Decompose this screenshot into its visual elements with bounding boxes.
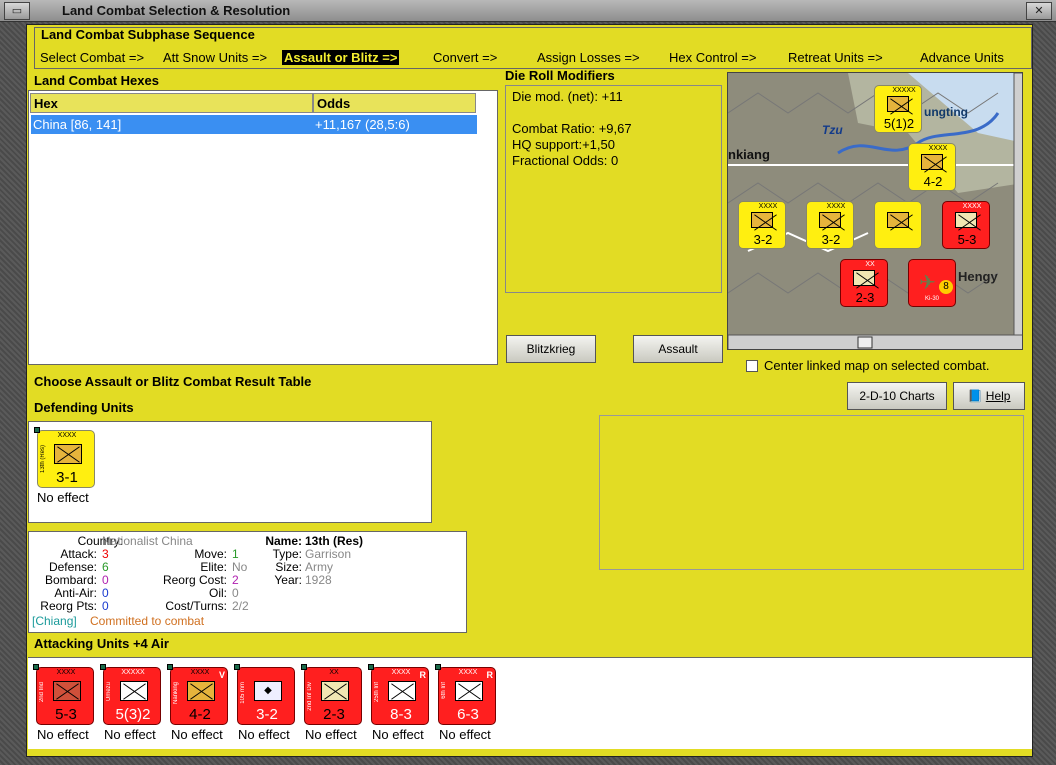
map-counter[interactable]: XXXX 3-2 [806, 201, 854, 249]
column-header-odds[interactable]: Odds [313, 93, 476, 113]
map-counter[interactable]: XXXXX 5(1)2 [874, 85, 922, 133]
map-label: Hengy [958, 269, 998, 284]
blitzkrieg-button[interactable]: Blitzkrieg [506, 335, 596, 363]
defending-units-panel: XXXX 13th (Res) 3-1 No effect [28, 421, 432, 523]
drm-panel: Die mod. (net): +11 Combat Ratio: +9,67 … [505, 85, 722, 293]
hq-label: [Chiang] [32, 614, 77, 628]
attacking-unit-counter[interactable]: XXXX V Nanking 4-2 [167, 664, 228, 725]
unit-symbol-icon [53, 681, 81, 701]
unit-symbol-icon [321, 681, 349, 701]
map-counter-air[interactable]: ✈ 8 Ki-30 [908, 259, 956, 307]
attacking-unit-counter[interactable]: XXXX R 25th Inf 8-3 [368, 664, 429, 725]
map-counter[interactable]: XXXX 3-2 [738, 201, 786, 249]
window-menu-icon[interactable]: ▭ [4, 2, 30, 20]
drm-line: HQ support:+1,50 [512, 137, 615, 152]
attacking-unit-result: No effect [171, 727, 223, 742]
status-pip [234, 664, 240, 670]
defending-unit-counter[interactable]: XXXX 13th (Res) 3-1 [34, 427, 95, 488]
sequence-title: Land Combat Subphase Sequence [41, 27, 255, 42]
attacking-unit-counter[interactable]: XXXX 2nd Ind 5-3 [33, 664, 94, 725]
unit-symbol-icon [887, 212, 909, 228]
charts-button[interactable]: 2-D-10 Charts [847, 382, 947, 410]
unit-symbol-icon [921, 154, 943, 170]
map-label: ungting [924, 105, 968, 119]
sequence-step-att-snow-units: Att Snow Units => [163, 50, 268, 65]
map-counter-selected[interactable] [874, 201, 922, 249]
map-counter[interactable]: XX 2-3 [840, 259, 888, 307]
sequence-step-assign-losses: Assign Losses => [537, 50, 640, 65]
attacking-unit-result: No effect [37, 727, 89, 742]
sequence-step-select-combat: Select Combat => [40, 50, 145, 65]
sequence-step-assault-or-blitz: Assault or Blitz => [282, 50, 400, 65]
combat-status: Committed to combat [90, 614, 205, 628]
odds-cell: +11,167 (28,5:6) [315, 117, 410, 132]
hex-cell: China [86, 141] [33, 117, 122, 132]
unit-symbol-icon [455, 681, 483, 701]
unit-symbol-icon [819, 212, 841, 228]
choose-crt-label: Choose Assault or Blitz Combat Result Ta… [34, 374, 312, 389]
center-map-label: Center linked map on selected combat. [764, 358, 990, 373]
attacking-unit-result: No effect [238, 727, 290, 742]
defending-unit-result: No effect [37, 490, 89, 505]
attacking-unit-counter[interactable]: XXXX R 6th Inf 6-3 [435, 664, 496, 725]
sequence-step-convert: Convert => [433, 50, 498, 65]
column-header-hex[interactable]: Hex [30, 93, 313, 113]
linked-map[interactable]: Tzu nkiang ungting Hengy XXXXX 5(1)2 XXX… [727, 72, 1023, 350]
unit-symbol-icon [751, 212, 773, 228]
unit-symbol-icon [853, 270, 875, 286]
table-row[interactable]: China [86, 141] +11,167 (28,5:6) [31, 115, 477, 134]
window-title: Land Combat Selection & Resolution [62, 3, 291, 18]
close-icon[interactable]: ✕ [1026, 2, 1052, 20]
attacking-title: Attacking Units +4 Air [34, 636, 169, 651]
unit-info-panel: Country: Nationalist China Attack: 3 Def… [28, 531, 467, 633]
unit-symbol-icon [120, 681, 148, 701]
sequence-step-retreat-units: Retreat Units => [788, 50, 883, 65]
title-bar: ▭ Land Combat Selection & Resolution ✕ [0, 0, 1056, 22]
attacking-unit-result: No effect [305, 727, 357, 742]
attacking-unit-result: No effect [104, 727, 156, 742]
sequence-step-advance-units: Advance Units [920, 50, 1004, 65]
attacking-units-panel: XXXX 2nd Ind 5-3 No effect XXXXX Umezu 5… [28, 657, 1032, 749]
map-label: nkiang [728, 147, 770, 162]
unit-symbol-icon [887, 96, 909, 112]
assault-button[interactable]: Assault [633, 335, 723, 363]
unit-symbol-icon [187, 681, 215, 701]
attacking-unit-result: No effect [439, 727, 491, 742]
unit-symbol-icon [54, 444, 82, 464]
artillery-icon: ◆ [254, 681, 282, 701]
drm-line [512, 105, 715, 121]
unit-symbol-icon [388, 681, 416, 701]
map-counter[interactable]: XXXX 5-3 [942, 201, 990, 249]
attacking-unit-counter[interactable]: 105 mm ◆ 3-2 [234, 664, 295, 725]
drm-line: Die mod. (net): +11 [512, 89, 623, 104]
sequence-step-hex-control: Hex Control => [669, 50, 757, 65]
attacking-unit-counter[interactable]: XXXXX Umezu 5(3)2 [100, 664, 161, 725]
drm-line: Fractional Odds: 0 [512, 153, 619, 168]
hexes-title: Land Combat Hexes [34, 73, 159, 88]
combat-result-panel [599, 415, 1024, 570]
map-counter[interactable]: XXXX 4-2 [908, 143, 956, 191]
help-button[interactable]: 📘 Help [953, 382, 1025, 410]
drm-title: Die Roll Modifiers [505, 68, 615, 83]
center-map-checkbox[interactable] [746, 360, 758, 372]
help-book-icon: 📘 [967, 389, 986, 403]
unit-symbol-icon [955, 212, 977, 228]
aircraft-icon: ✈ [919, 272, 936, 294]
attacking-unit-counter[interactable]: XX 2nd Inf Div 2-3 [301, 664, 362, 725]
drm-line: Combat Ratio: +9,67 [512, 121, 632, 136]
hexes-table: Hex Odds China [86, 141] +11,167 (28,5:6… [28, 90, 498, 365]
attacking-unit-result: No effect [372, 727, 424, 742]
defending-title: Defending Units [34, 400, 134, 415]
map-label: Tzu [822, 123, 843, 137]
